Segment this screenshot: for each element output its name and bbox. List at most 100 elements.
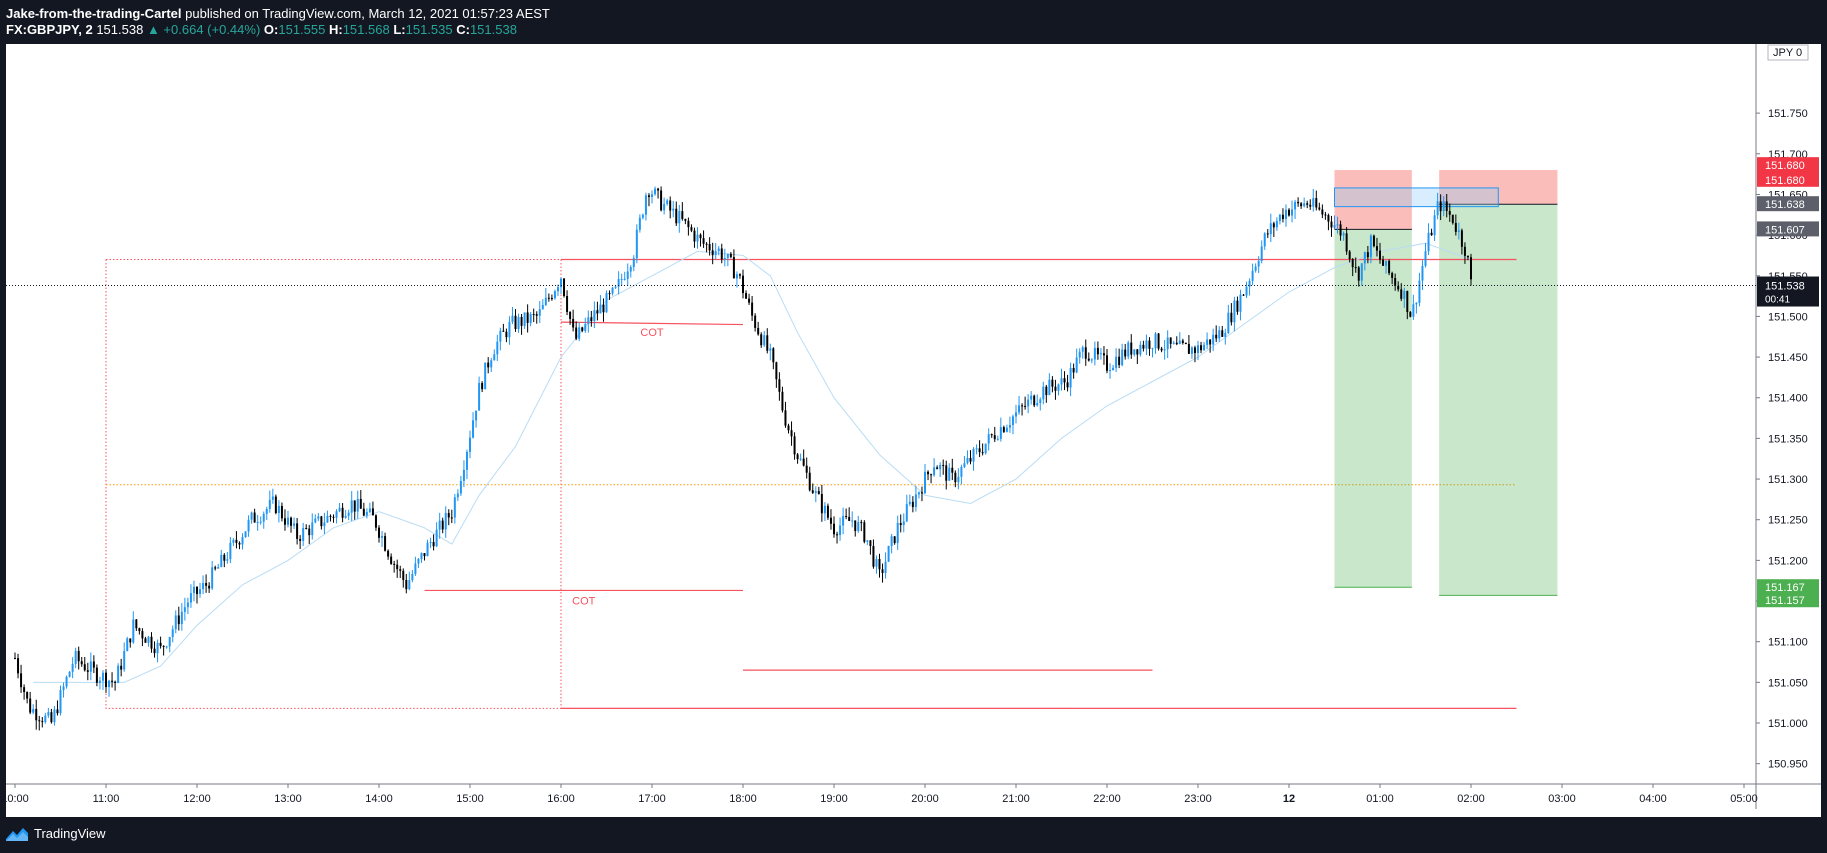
candles bbox=[14, 186, 1472, 731]
candle-body bbox=[368, 508, 371, 512]
candle-body bbox=[1078, 351, 1081, 358]
symbol-label[interactable]: FX:GBPJPY, 2 bbox=[6, 22, 93, 37]
candle-body bbox=[660, 190, 663, 211]
price-tick-label: 151.500 bbox=[1768, 311, 1808, 323]
candle-body bbox=[1324, 214, 1327, 216]
candle-body bbox=[884, 561, 887, 573]
candle-body bbox=[1121, 349, 1124, 366]
candle-body bbox=[945, 465, 948, 481]
candle-body bbox=[1269, 223, 1272, 235]
candle-body bbox=[135, 619, 138, 629]
publish-line: Jake-from-the-trading-Cartel published o… bbox=[6, 6, 550, 21]
candle-body bbox=[978, 448, 981, 453]
candle-body bbox=[799, 458, 802, 460]
candle-body bbox=[420, 553, 423, 560]
candle-body bbox=[590, 317, 593, 322]
time-tick-label: 12:00 bbox=[183, 793, 211, 805]
candle-body bbox=[1351, 259, 1354, 268]
chart-area[interactable]: 151.750151.700151.650151.600151.550151.5… bbox=[1, 44, 1821, 817]
candle-body bbox=[171, 629, 174, 638]
candle-body bbox=[635, 229, 638, 259]
candle-body bbox=[293, 523, 296, 526]
candle-body bbox=[1142, 344, 1145, 349]
price-chart[interactable]: 151.750151.700151.650151.600151.550151.5… bbox=[1, 44, 1821, 817]
candle-body bbox=[1169, 337, 1172, 344]
candle-body bbox=[1066, 382, 1069, 388]
candle-body bbox=[851, 520, 854, 522]
candle-body bbox=[893, 536, 896, 544]
candle-body bbox=[223, 554, 226, 561]
candle-body bbox=[1069, 367, 1072, 388]
candle-body bbox=[942, 465, 945, 467]
close-value: 151.538 bbox=[469, 22, 517, 37]
candle-body bbox=[1197, 345, 1199, 354]
time-tick-label: 10:00 bbox=[6, 793, 29, 805]
candle-body bbox=[86, 670, 89, 672]
candle-body bbox=[17, 658, 20, 674]
candle-body bbox=[1312, 198, 1315, 207]
candle-body bbox=[1060, 378, 1063, 385]
candle-body bbox=[168, 637, 171, 647]
candle-body bbox=[908, 501, 911, 505]
candle-body bbox=[1175, 342, 1178, 345]
candle-body bbox=[1190, 347, 1193, 354]
candle-body bbox=[1275, 221, 1278, 228]
candle-body bbox=[177, 615, 180, 625]
candle-body bbox=[35, 708, 38, 721]
candle-body bbox=[1421, 265, 1424, 281]
candle-body bbox=[593, 310, 596, 322]
candle-body bbox=[65, 676, 68, 687]
candle-body bbox=[735, 274, 738, 279]
candle-body bbox=[581, 327, 584, 331]
candle-body bbox=[1339, 224, 1342, 236]
tradingview-logo[interactable]: TradingView bbox=[6, 826, 106, 841]
candle-body bbox=[1369, 235, 1372, 258]
candle-body bbox=[202, 582, 205, 590]
candle-body bbox=[317, 516, 320, 519]
candle-body bbox=[120, 665, 123, 670]
candle-body bbox=[839, 525, 842, 536]
candle-body bbox=[1227, 312, 1230, 333]
candle-body bbox=[268, 499, 271, 510]
candle-body bbox=[572, 318, 575, 328]
candle-body bbox=[347, 512, 350, 516]
candle-body bbox=[80, 661, 83, 665]
author-name[interactable]: Jake-from-the-trading-Cartel bbox=[6, 6, 182, 21]
candle-body bbox=[1251, 270, 1254, 281]
candle-body bbox=[326, 515, 329, 523]
candle-body bbox=[396, 564, 399, 570]
candle-body bbox=[1363, 252, 1366, 264]
price-tick-label: 151.000 bbox=[1768, 718, 1808, 730]
candle-body bbox=[1242, 294, 1245, 296]
candle-body bbox=[748, 298, 751, 303]
candle-body bbox=[41, 721, 44, 723]
candle-body bbox=[314, 518, 317, 523]
candle-body bbox=[1397, 285, 1400, 290]
candle-body bbox=[441, 520, 444, 530]
candle-body bbox=[484, 362, 487, 390]
candle-body bbox=[760, 334, 763, 346]
candle-body bbox=[1291, 209, 1294, 216]
candle-body bbox=[526, 312, 529, 323]
candle-body bbox=[302, 528, 305, 541]
candle-body bbox=[1008, 425, 1011, 428]
candle-body bbox=[1193, 347, 1196, 354]
candle-body bbox=[939, 465, 942, 470]
candle-body bbox=[229, 542, 232, 560]
candle-body bbox=[459, 480, 462, 494]
candle-body bbox=[887, 545, 890, 562]
candle-body bbox=[1445, 201, 1448, 212]
candle-body bbox=[432, 541, 435, 547]
candle-body bbox=[702, 238, 705, 244]
time-tick-label: 16:00 bbox=[547, 793, 575, 805]
candle-body bbox=[405, 579, 408, 590]
candle-body bbox=[796, 454, 799, 460]
price-tick-label: 151.400 bbox=[1768, 393, 1808, 405]
candle-body bbox=[144, 638, 147, 643]
candle-body bbox=[1330, 221, 1333, 228]
candle-body bbox=[917, 492, 920, 495]
candle-body bbox=[669, 200, 672, 211]
candle-body bbox=[435, 529, 438, 547]
candle-body bbox=[1002, 427, 1005, 432]
candle-body bbox=[896, 523, 899, 544]
